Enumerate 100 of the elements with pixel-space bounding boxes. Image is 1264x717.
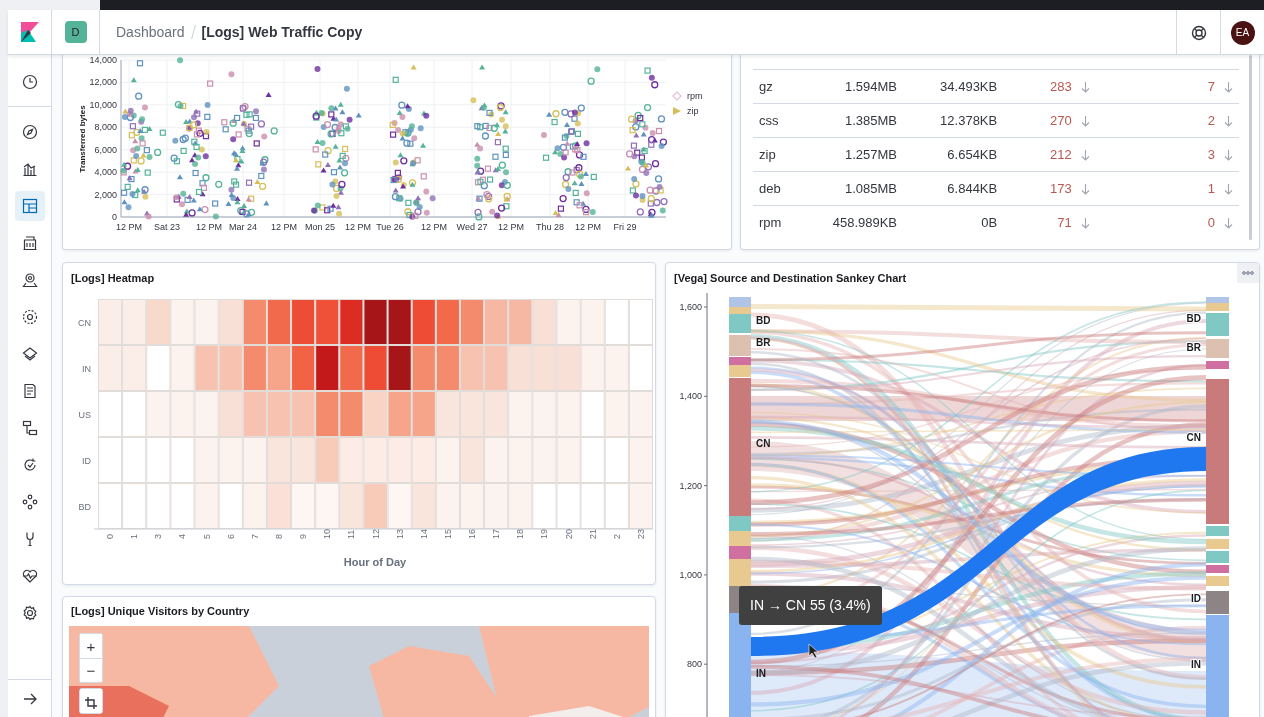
heatmap-cell[interactable] <box>484 345 509 391</box>
heatmap-cell[interactable] <box>556 437 581 483</box>
heatmap-cell[interactable] <box>242 483 267 529</box>
heatmap-cell[interactable] <box>291 391 316 437</box>
breadcrumb[interactable]: Dashboard <box>116 21 185 43</box>
arrow-down-icon[interactable] <box>1080 81 1090 93</box>
heatmap-cell[interactable] <box>266 483 292 529</box>
legend-label[interactable]: zip <box>687 106 699 116</box>
legend-label[interactable]: rpm <box>687 91 703 101</box>
heatmap-cell[interactable] <box>532 391 557 437</box>
heatmap-cell[interactable] <box>146 437 171 483</box>
heatmap-cell[interactable] <box>339 483 364 529</box>
heatmap-cell[interactable] <box>411 299 436 345</box>
heatmap-cell[interactable] <box>532 437 557 483</box>
heatmap-cell[interactable] <box>387 437 412 483</box>
heatmap-cell[interactable] <box>580 299 605 345</box>
heatmap-cell[interactable] <box>146 299 171 345</box>
heatmap-cell[interactable] <box>194 437 219 483</box>
heatmap-cell[interactable] <box>532 483 557 529</box>
heatmap-cell[interactable] <box>604 391 629 437</box>
heatmap-cell[interactable] <box>508 483 533 529</box>
heatmap-cell[interactable] <box>459 345 485 391</box>
heatmap-cell[interactable] <box>604 299 629 345</box>
heatmap-cell[interactable] <box>98 437 123 483</box>
heatmap-cell[interactable] <box>484 391 509 437</box>
heatmap-cell[interactable] <box>315 299 340 345</box>
heatmap-cell[interactable] <box>580 437 605 483</box>
heatmap-cell[interactable] <box>339 437 364 483</box>
heatmap-cell[interactable] <box>315 391 340 437</box>
heatmap-cell[interactable] <box>218 483 243 529</box>
heatmap-cell[interactable] <box>363 299 388 345</box>
heatmap-cell[interactable] <box>628 391 653 437</box>
heatmap-cell[interactable] <box>556 299 581 345</box>
heatmap-cell[interactable] <box>508 391 533 437</box>
heatmap-cell[interactable] <box>170 391 195 437</box>
arrow-down-icon[interactable] <box>1080 218 1090 230</box>
heatmap-cell[interactable] <box>411 483 436 529</box>
heatmap-cell[interactable] <box>170 483 195 529</box>
heatmap-cell[interactable] <box>628 437 653 483</box>
heatmap-cell[interactable] <box>98 345 123 391</box>
help-icon[interactable] <box>1190 24 1207 41</box>
heatmap-cell[interactable] <box>146 483 171 529</box>
space-badge[interactable]: D <box>64 21 87 43</box>
heatmap-cell[interactable] <box>435 299 460 345</box>
heatmap-cell[interactable] <box>387 483 412 529</box>
heatmap-cell[interactable] <box>218 437 243 483</box>
heatmap-cell[interactable] <box>266 437 292 483</box>
arrow-down-icon[interactable] <box>1080 115 1090 127</box>
heatmap-cell[interactable] <box>122 299 147 345</box>
heatmap-cell[interactable] <box>508 299 533 345</box>
heatmap-cell[interactable] <box>484 483 509 529</box>
heatmap-cell[interactable] <box>411 345 436 391</box>
heatmap-cell[interactable] <box>459 391 485 437</box>
heatmap-cell[interactable] <box>170 345 195 391</box>
heatmap-cell[interactable] <box>266 345 292 391</box>
heatmap-cell[interactable] <box>556 345 581 391</box>
heatmap-cell[interactable] <box>556 391 581 437</box>
heatmap-cell[interactable] <box>459 437 485 483</box>
zoom-out-button[interactable]: − <box>80 658 102 682</box>
heatmap-cell[interactable] <box>266 299 292 345</box>
arrow-down-icon[interactable] <box>1224 81 1233 93</box>
heatmap-cell[interactable] <box>339 345 364 391</box>
heatmap-cell[interactable] <box>98 299 123 345</box>
heatmap-cell[interactable] <box>387 391 412 437</box>
heatmap-cell[interactable] <box>122 345 147 391</box>
heatmap-cell[interactable] <box>363 391 388 437</box>
heatmap-cell[interactable] <box>484 437 509 483</box>
heatmap-cell[interactable] <box>604 345 629 391</box>
heatmap-cell[interactable] <box>580 391 605 437</box>
panel-menu-button[interactable] <box>1237 263 1259 283</box>
heatmap-cell[interactable] <box>218 299 243 345</box>
heatmap-cell[interactable] <box>291 483 316 529</box>
heatmap-cell[interactable] <box>628 345 653 391</box>
arrow-right-icon[interactable] <box>22 692 37 705</box>
heatmap-cell[interactable] <box>435 437 460 483</box>
heatmap-cell[interactable] <box>363 483 388 529</box>
heatmap-cell[interactable] <box>122 391 147 437</box>
heatmap-cell[interactable] <box>170 299 195 345</box>
heatmap-cell[interactable] <box>315 437 340 483</box>
heatmap-cell[interactable] <box>532 345 557 391</box>
heatmap-cell[interactable] <box>435 391 460 437</box>
arrow-down-icon[interactable] <box>1080 183 1090 195</box>
arrow-down-icon[interactable] <box>1224 149 1233 161</box>
heatmap-cell[interactable] <box>315 345 340 391</box>
heatmap-cell[interactable] <box>315 483 340 529</box>
heatmap-cell[interactable] <box>98 391 123 437</box>
arrow-down-icon[interactable] <box>1224 115 1233 127</box>
heatmap-cell[interactable] <box>604 483 629 529</box>
heatmap-cell[interactable] <box>218 391 243 437</box>
heatmap-cell[interactable] <box>98 483 123 529</box>
breadcrumb[interactable]: [Logs] Web Traffic Copy <box>201 21 363 43</box>
heatmap-cell[interactable] <box>556 483 581 529</box>
heatmap-cell[interactable] <box>459 299 485 345</box>
sidebar-item[interactable] <box>14 191 45 221</box>
heatmap-cell[interactable] <box>339 299 364 345</box>
heatmap-cell[interactable] <box>291 345 316 391</box>
heatmap-cell[interactable] <box>508 437 533 483</box>
arrow-down-icon[interactable] <box>1080 149 1090 161</box>
heatmap-cell[interactable] <box>291 437 316 483</box>
heatmap-cell[interactable] <box>242 391 267 437</box>
